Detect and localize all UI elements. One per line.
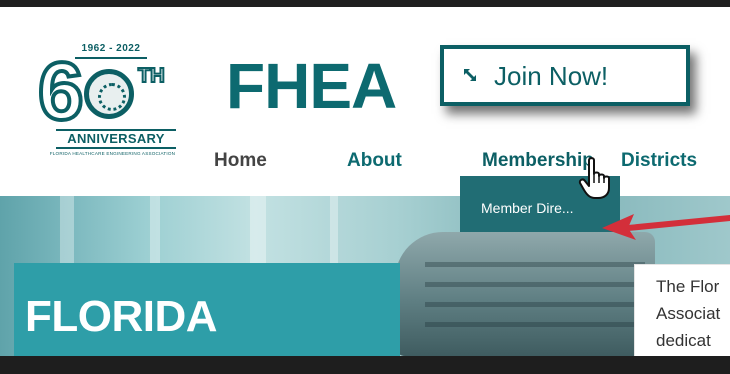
logo-rule-bottom [56, 147, 176, 149]
hero-card-line: Associat [656, 304, 721, 323]
seal-icon [84, 69, 134, 119]
hero-title: FLORIDA [25, 292, 218, 341]
brand-title[interactable]: FHEA [226, 49, 397, 123]
motor-rib [425, 262, 645, 267]
hero-motor-image [395, 232, 655, 356]
hero-card-line: The Flor [656, 277, 720, 296]
motor-rib [425, 282, 645, 287]
join-now-button[interactable]: Join Now! [440, 45, 690, 106]
top-dark-bar [0, 0, 730, 7]
motor-rib [425, 302, 645, 307]
hero-intro-card: The Flor Associat dedicat [634, 264, 730, 356]
bottom-dark-bar [0, 356, 730, 374]
nav-about[interactable]: About [347, 150, 402, 172]
nav-districts[interactable]: Districts [621, 150, 697, 172]
logo-numeral: 6 [36, 46, 86, 137]
nav-home[interactable]: Home [214, 150, 267, 172]
diagonal-arrows-icon [462, 67, 478, 88]
logo-ordinal: TH [137, 64, 166, 88]
logo-association-name: FLORIDA HEALTHCARE ENGINEERING ASSOCIATI… [49, 151, 176, 156]
anniversary-logo[interactable]: 1962 - 2022 6 TH ANNIVERSARY FLORIDA HEA… [20, 43, 205, 163]
dropdown-item-member-directory[interactable]: Member Dire... [481, 200, 574, 216]
logo-anniversary: ANNIVERSARY [67, 131, 165, 146]
hero-card-line: dedicat [656, 331, 711, 350]
red-arrow-annotation-icon [602, 214, 730, 240]
motor-rib [425, 322, 645, 327]
logo-years: 1962 - 2022 [81, 43, 141, 54]
logo-years-underline [75, 57, 147, 59]
hand-pointer-cursor-icon [578, 157, 610, 199]
join-now-label: Join Now! [494, 61, 609, 91]
